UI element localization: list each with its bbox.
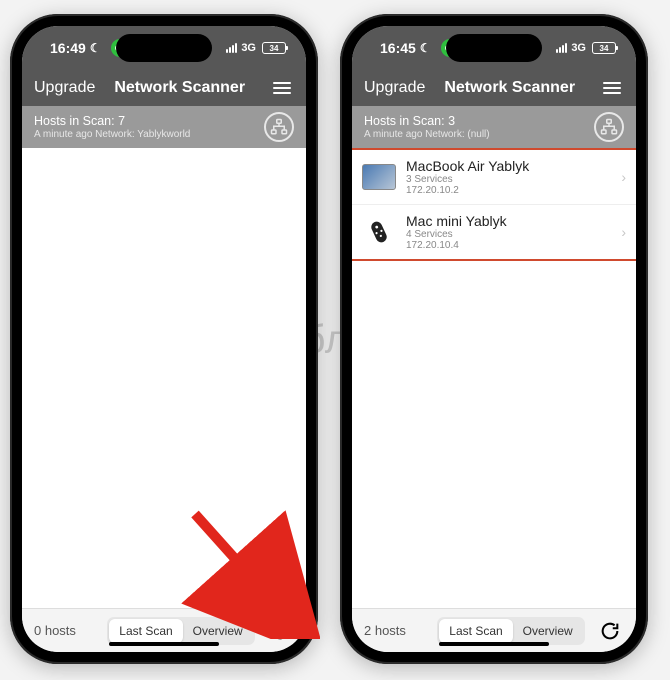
cellular-signal-icon bbox=[556, 43, 567, 53]
chevron-right-icon: › bbox=[621, 224, 626, 240]
upgrade-button[interactable]: Upgrade bbox=[34, 79, 95, 97]
host-list-highlighted: MacBook Air Yablyk 3 Services 172.20.10.… bbox=[352, 148, 636, 261]
scan-subtitle: A minute ago Network: Yablykworld bbox=[34, 129, 190, 140]
phone-frame-left: 16:49 ☾ ⟳ 3G 34 Upgrade Network Scanner … bbox=[10, 14, 318, 664]
hosts-count: 2 hosts bbox=[364, 623, 426, 638]
hosts-count: 0 hosts bbox=[34, 623, 96, 638]
scan-summary-bar[interactable]: Hosts in Scan: 7 A minute ago Network: Y… bbox=[22, 106, 306, 148]
do-not-disturb-icon: ☾ bbox=[420, 41, 431, 55]
host-name: MacBook Air Yablyk bbox=[406, 158, 611, 174]
host-services: 3 Services bbox=[406, 174, 611, 185]
cellular-signal-icon bbox=[226, 43, 237, 53]
refresh-icon bbox=[599, 620, 621, 642]
refresh-button[interactable] bbox=[596, 617, 624, 645]
chevron-right-icon: › bbox=[621, 169, 626, 185]
dynamic-island bbox=[116, 34, 212, 62]
refresh-icon bbox=[269, 620, 291, 642]
refresh-button[interactable] bbox=[266, 617, 294, 645]
scan-subtitle: A minute ago Network: (null) bbox=[364, 129, 490, 140]
seg-last-scan[interactable]: Last Scan bbox=[439, 619, 512, 643]
status-time: 16:49 bbox=[50, 40, 86, 56]
network-topology-icon[interactable] bbox=[594, 112, 624, 142]
home-indicator[interactable] bbox=[109, 642, 219, 646]
host-ip: 172.20.10.4 bbox=[406, 240, 611, 251]
upgrade-button[interactable]: Upgrade bbox=[364, 79, 425, 97]
laptop-icon bbox=[362, 164, 396, 190]
hosts-in-scan: Hosts in Scan: 7 bbox=[34, 114, 190, 128]
network-type: 3G bbox=[241, 42, 256, 54]
nav-bar: Upgrade Network Scanner bbox=[352, 70, 636, 106]
scan-summary-bar[interactable]: Hosts in Scan: 3 A minute ago Network: (… bbox=[352, 106, 636, 148]
seg-last-scan[interactable]: Last Scan bbox=[109, 619, 182, 643]
home-indicator[interactable] bbox=[439, 642, 549, 646]
host-services: 4 Services bbox=[406, 229, 611, 240]
network-type: 3G bbox=[571, 42, 586, 54]
menu-icon[interactable] bbox=[600, 82, 624, 94]
host-ip: 172.20.10.2 bbox=[406, 185, 611, 196]
battery-icon: 34 bbox=[262, 42, 286, 54]
host-row[interactable]: MacBook Air Yablyk 3 Services 172.20.10.… bbox=[352, 150, 636, 205]
battery-icon: 34 bbox=[592, 42, 616, 54]
status-time: 16:45 bbox=[380, 40, 416, 56]
nav-bar: Upgrade Network Scanner bbox=[22, 70, 306, 106]
remote-icon bbox=[358, 213, 400, 251]
view-segmented-control[interactable]: Last Scan Overview bbox=[437, 617, 584, 645]
host-row[interactable]: Mac mini Yablyk 4 Services 172.20.10.4 › bbox=[352, 205, 636, 259]
host-name: Mac mini Yablyk bbox=[406, 213, 611, 229]
host-list-empty bbox=[22, 148, 306, 608]
do-not-disturb-icon: ☾ bbox=[90, 41, 101, 55]
dynamic-island bbox=[446, 34, 542, 62]
phone-frame-right: 16:45 ☾ ⟳ 3G 34 Upgrade Network Scanner … bbox=[340, 14, 648, 664]
view-segmented-control[interactable]: Last Scan Overview bbox=[107, 617, 254, 645]
network-topology-icon[interactable] bbox=[264, 112, 294, 142]
menu-icon[interactable] bbox=[270, 82, 294, 94]
page-title: Network Scanner bbox=[105, 79, 260, 97]
hosts-in-scan: Hosts in Scan: 3 bbox=[364, 114, 490, 128]
page-title: Network Scanner bbox=[435, 79, 590, 97]
seg-overview[interactable]: Overview bbox=[183, 619, 253, 643]
seg-overview[interactable]: Overview bbox=[513, 619, 583, 643]
